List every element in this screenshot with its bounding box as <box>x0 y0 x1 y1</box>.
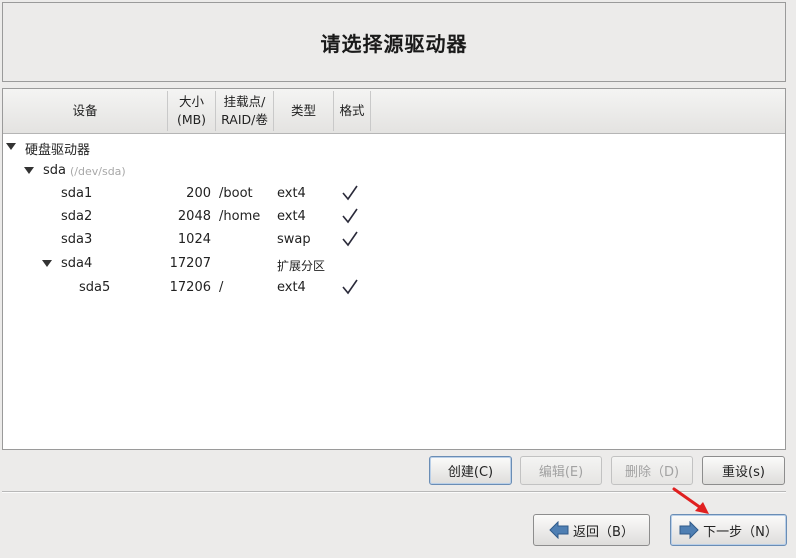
partition-type: ext4 <box>277 209 306 224</box>
partition-size: 1024 <box>177 232 211 247</box>
tree-row-sda1[interactable]: sda1 200 /boot ext4 <box>3 183 785 206</box>
checkmark-icon <box>341 184 359 202</box>
tree-row-sda5[interactable]: sda5 17206 / ext4 <box>3 277 785 300</box>
back-button[interactable]: 返回（B） <box>533 514 650 546</box>
column-format-label: 格式 <box>339 103 365 118</box>
partition-name: sda1 <box>61 186 93 201</box>
partition-name: sda4 <box>61 256 93 271</box>
back-button-label: 返回（B） <box>573 524 634 540</box>
triangle-down-icon[interactable] <box>6 143 16 150</box>
column-type-label: 类型 <box>290 103 316 118</box>
delete-button[interactable]: 删除（D) <box>611 456 693 485</box>
next-button-label: 下一步（N） <box>703 524 778 540</box>
partition-type: ext4 <box>277 280 306 295</box>
checkmark-icon <box>341 278 359 296</box>
partition-name: sda5 <box>79 280 111 295</box>
partition-mount: / <box>219 280 224 295</box>
column-header: 设备 大小 (MB) 挂载点/ RAID/卷 类型 格式 <box>3 89 785 134</box>
left-arrow-icon <box>549 521 569 539</box>
partition-size: 17206 <box>169 280 211 295</box>
triangle-down-icon[interactable] <box>42 260 52 267</box>
column-device[interactable]: 设备 <box>3 91 168 131</box>
column-mount[interactable]: 挂载点/ RAID/卷 <box>216 91 274 131</box>
column-size-label-2: (MB) <box>176 112 207 127</box>
partition-mount: /boot <box>219 186 253 201</box>
partition-type: ext4 <box>277 186 306 201</box>
page-title: 请选择源驱动器 <box>320 31 468 56</box>
column-mount-label-2: RAID/卷 <box>221 112 268 127</box>
column-size[interactable]: 大小 (MB) <box>168 91 216 131</box>
partition-size: 2048 <box>177 209 211 224</box>
disk-path: (/dev/sda) <box>70 165 126 178</box>
column-device-label: 设备 <box>72 103 98 118</box>
tree-row-sda4[interactable]: sda4 17207 扩展分区 <box>3 253 785 276</box>
create-button[interactable]: 创建(C) <box>429 456 512 485</box>
tree-row-sda3[interactable]: sda3 1024 swap <box>3 229 785 252</box>
partition-mount: /home <box>219 209 261 224</box>
group-label: 硬盘驱动器 <box>25 143 91 158</box>
column-mount-label-1: 挂载点/ <box>223 94 266 109</box>
triangle-down-icon[interactable] <box>24 167 34 174</box>
column-type[interactable]: 类型 <box>274 91 334 131</box>
column-size-label-1: 大小 <box>178 94 204 109</box>
tree-row-hard-drives[interactable]: 硬盘驱动器 <box>3 136 785 159</box>
right-arrow-icon <box>679 521 699 539</box>
partition-type: 扩展分区 <box>277 259 326 273</box>
column-format[interactable]: 格式 <box>334 91 371 131</box>
edit-button[interactable]: 编辑(E) <box>520 456 602 485</box>
tree-row-sda[interactable]: sda (/dev/sda) <box>3 160 785 183</box>
tree-row-sda2[interactable]: sda2 2048 /home ext4 <box>3 206 785 229</box>
checkmark-icon <box>341 230 359 248</box>
partition-name: sda3 <box>61 232 93 247</box>
partition-size: 17207 <box>169 256 211 271</box>
separator <box>2 491 786 493</box>
partition-type: swap <box>277 232 311 247</box>
red-arrow-cursor-icon <box>671 486 715 522</box>
partition-tree[interactable]: 设备 大小 (MB) 挂载点/ RAID/卷 类型 格式 硬盘驱动器 sda (… <box>2 88 786 450</box>
header-panel: 请选择源驱动器 <box>2 2 786 82</box>
partition-name: sda2 <box>61 209 93 224</box>
checkmark-icon <box>341 207 359 225</box>
partition-size: 200 <box>186 186 211 201</box>
reset-button[interactable]: 重设(s) <box>702 456 785 485</box>
disk-label: sda <box>43 163 66 178</box>
